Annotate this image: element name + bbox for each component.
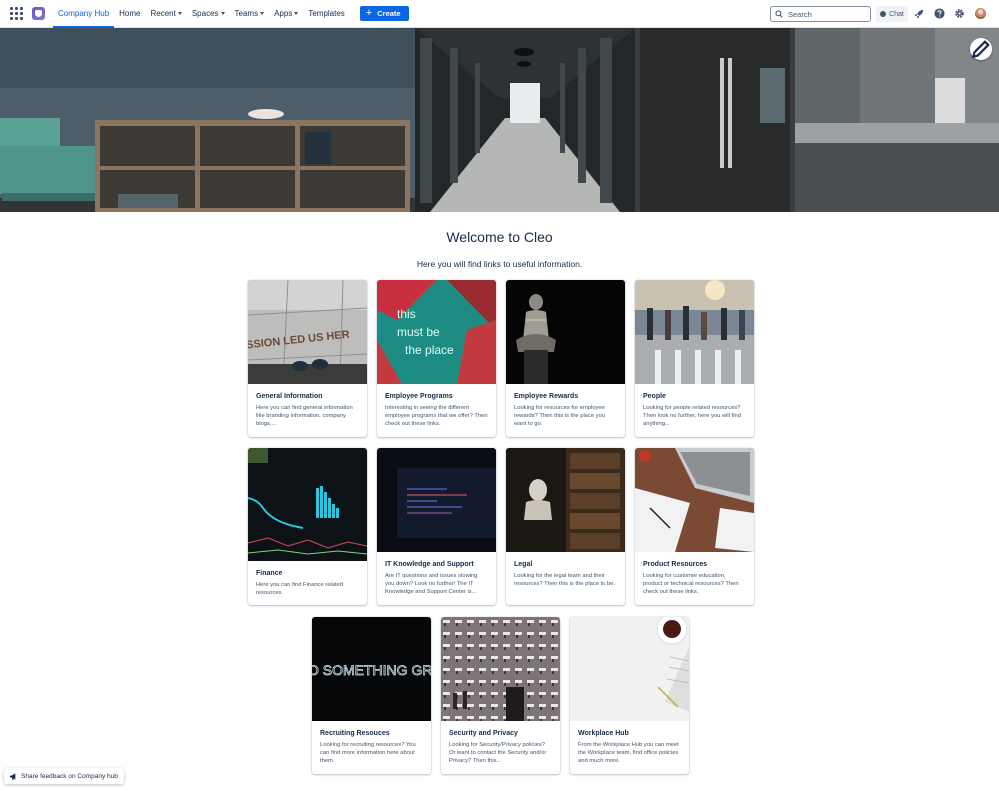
card-image-text: this xyxy=(397,307,416,321)
card-image xyxy=(570,617,689,721)
feedback-label: Share feedback on Company hub xyxy=(21,772,118,780)
card-image: O SOMETHING GREAT xyxy=(312,617,431,721)
nav-item-templates[interactable]: Templates xyxy=(303,0,349,28)
card-title: Legal xyxy=(514,561,533,568)
card-image xyxy=(506,448,625,552)
card-title: Product Resources xyxy=(643,561,708,568)
nav-item-apps[interactable]: Apps xyxy=(269,0,303,28)
nav-item-label: Teams xyxy=(234,9,259,18)
card-description: Here you can find general information li… xyxy=(256,405,353,427)
nav-item-label: Recent xyxy=(150,9,176,18)
card-product-resources[interactable]: Product Resources Looking for customer e… xyxy=(635,448,754,605)
chevron-down-icon xyxy=(294,12,299,15)
card-description: Looking for customer education, product … xyxy=(643,573,739,595)
header-banner-image xyxy=(0,28,999,212)
card-description: Interesting in seeing the different empl… xyxy=(385,405,488,427)
card-description: Looking for people related resources? Th… xyxy=(643,405,741,427)
card-image xyxy=(441,617,560,721)
card-employee-rewards[interactable]: Employee Rewards Looking for resources f… xyxy=(506,280,625,437)
card-general-information[interactable]: SSION LED US HER General Information Her… xyxy=(248,280,367,437)
search-placeholder: Search xyxy=(788,9,812,19)
card-image xyxy=(248,448,367,561)
help-icon[interactable] xyxy=(934,8,945,19)
card-workplace-hub[interactable]: Workplace Hub From the Workplace Hub you… xyxy=(570,617,689,774)
nav-item-company-hub[interactable]: Company Hub xyxy=(53,0,115,28)
search-input[interactable]: Search xyxy=(770,6,871,22)
card-description: Looking for recruiting resources? You ca… xyxy=(320,742,416,764)
card-image: this must be the place xyxy=(377,280,496,384)
card-title: Employee Programs xyxy=(385,393,453,400)
page-title: Welcome to Cleo xyxy=(446,229,553,245)
nav-item-label: Templates xyxy=(308,9,345,18)
create-button-label: Create xyxy=(377,9,401,18)
card-description: Here you can find Finance related resour… xyxy=(256,582,344,596)
card-title: Workplace Hub xyxy=(578,730,629,737)
avatar[interactable] xyxy=(975,8,986,19)
share-feedback-button[interactable]: Share feedback on Company hub xyxy=(4,768,124,784)
chevron-down-icon xyxy=(260,12,265,15)
card-image-text: O SOMETHING GREAT xyxy=(312,662,431,678)
card-image xyxy=(635,280,754,384)
card-people[interactable]: People Looking for people related resour… xyxy=(635,280,754,437)
card-description: Are IT questions and issues slowing you … xyxy=(385,573,478,595)
card-image xyxy=(377,448,496,552)
card-title: Employee Rewards xyxy=(514,393,579,400)
card-title: Finance xyxy=(256,570,283,577)
card-image-text: the place xyxy=(405,343,454,357)
card-employee-programs[interactable]: this must be the place Employee Programs… xyxy=(377,280,496,437)
chat-label: Chat xyxy=(889,10,904,18)
card-image xyxy=(635,448,754,552)
card-description: Looking for Security/Privacy policies? O… xyxy=(449,742,547,764)
create-button[interactable]: + Create xyxy=(359,6,409,21)
plus-icon: + xyxy=(365,7,373,19)
nav-item-recent[interactable]: Recent xyxy=(145,0,186,28)
rocket-icon[interactable] xyxy=(914,8,925,19)
edit-banner-button[interactable] xyxy=(970,38,992,60)
card-title: People xyxy=(643,393,666,400)
card-description: From the Workplace Hub you can meet the … xyxy=(578,742,679,764)
chevron-down-icon xyxy=(177,12,182,15)
nav-item-label: Company Hub xyxy=(58,9,110,18)
search-icon xyxy=(775,10,783,18)
card-it-knowledge-and-support[interactable]: IT Knowledge and Support Are IT question… xyxy=(377,448,496,605)
nav-item-label: Home xyxy=(119,9,141,18)
card-title: Security and Privacy xyxy=(449,730,518,737)
card-legal[interactable]: Legal Looking for the legal team and the… xyxy=(506,448,625,605)
confluence-logo-icon[interactable] xyxy=(32,7,45,20)
gear-icon[interactable] xyxy=(954,8,965,19)
nav-items: Company Hub Home Recent Spaces Teams App… xyxy=(53,0,350,28)
card-description: Looking for the legal team and their res… xyxy=(514,573,616,587)
card-description: Looking for resources for employee rewar… xyxy=(514,405,606,427)
nav-item-spaces[interactable]: Spaces xyxy=(187,0,230,28)
chevron-down-icon xyxy=(220,12,225,15)
nav-item-home[interactable]: Home xyxy=(114,0,145,28)
nav-item-label: Apps xyxy=(274,9,293,18)
card-finance[interactable]: Finance Here you can find Finance relate… xyxy=(248,448,367,605)
top-navigation: Company Hub Home Recent Spaces Teams App… xyxy=(0,0,999,28)
apps-grid-icon[interactable] xyxy=(10,6,24,21)
card-title: Recruiting Resouces xyxy=(320,730,390,737)
card-image-text: must be xyxy=(397,325,440,339)
card-title: General Information xyxy=(256,393,323,400)
card-image: SSION LED US HER xyxy=(248,280,367,384)
nav-item-label: Spaces xyxy=(191,9,219,18)
page-subtitle: Here you will find links to useful infor… xyxy=(416,259,583,269)
chat-button[interactable]: Chat xyxy=(876,6,908,22)
megaphone-icon xyxy=(9,772,16,780)
card-recruiting-resources[interactable]: O SOMETHING GREAT Recruiting Resouces Lo… xyxy=(312,617,431,774)
pencil-icon xyxy=(971,40,990,59)
card-image xyxy=(506,280,625,384)
card-security-and-privacy[interactable]: Security and Privacy Looking for Securit… xyxy=(441,617,560,774)
chat-icon xyxy=(880,11,887,17)
nav-item-teams[interactable]: Teams xyxy=(230,0,270,28)
card-title: IT Knowledge and Support xyxy=(385,561,474,568)
